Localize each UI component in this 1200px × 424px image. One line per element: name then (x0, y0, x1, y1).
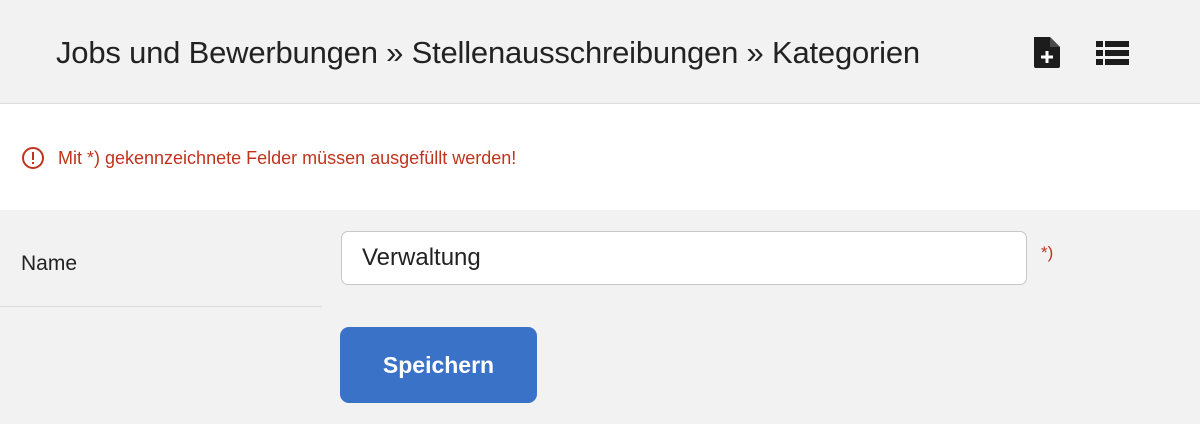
exclamation-circle-icon (21, 146, 45, 175)
list-icon[interactable] (1096, 38, 1130, 72)
name-label: Name (21, 252, 78, 275)
required-marker: *) (1041, 243, 1054, 262)
page-title: Jobs und Bewerbungen » Stellenausschreib… (56, 35, 920, 70)
new-document-icon[interactable] (1030, 35, 1064, 69)
save-button[interactable]: Speichern (340, 327, 537, 403)
name-input[interactable] (341, 231, 1027, 285)
row-divider (0, 306, 322, 307)
page-header: Jobs und Bewerbungen » Stellenausschreib… (0, 0, 1200, 104)
required-fields-notice-text: Mit *) gekennzeichnete Felder müssen aus… (58, 148, 517, 168)
